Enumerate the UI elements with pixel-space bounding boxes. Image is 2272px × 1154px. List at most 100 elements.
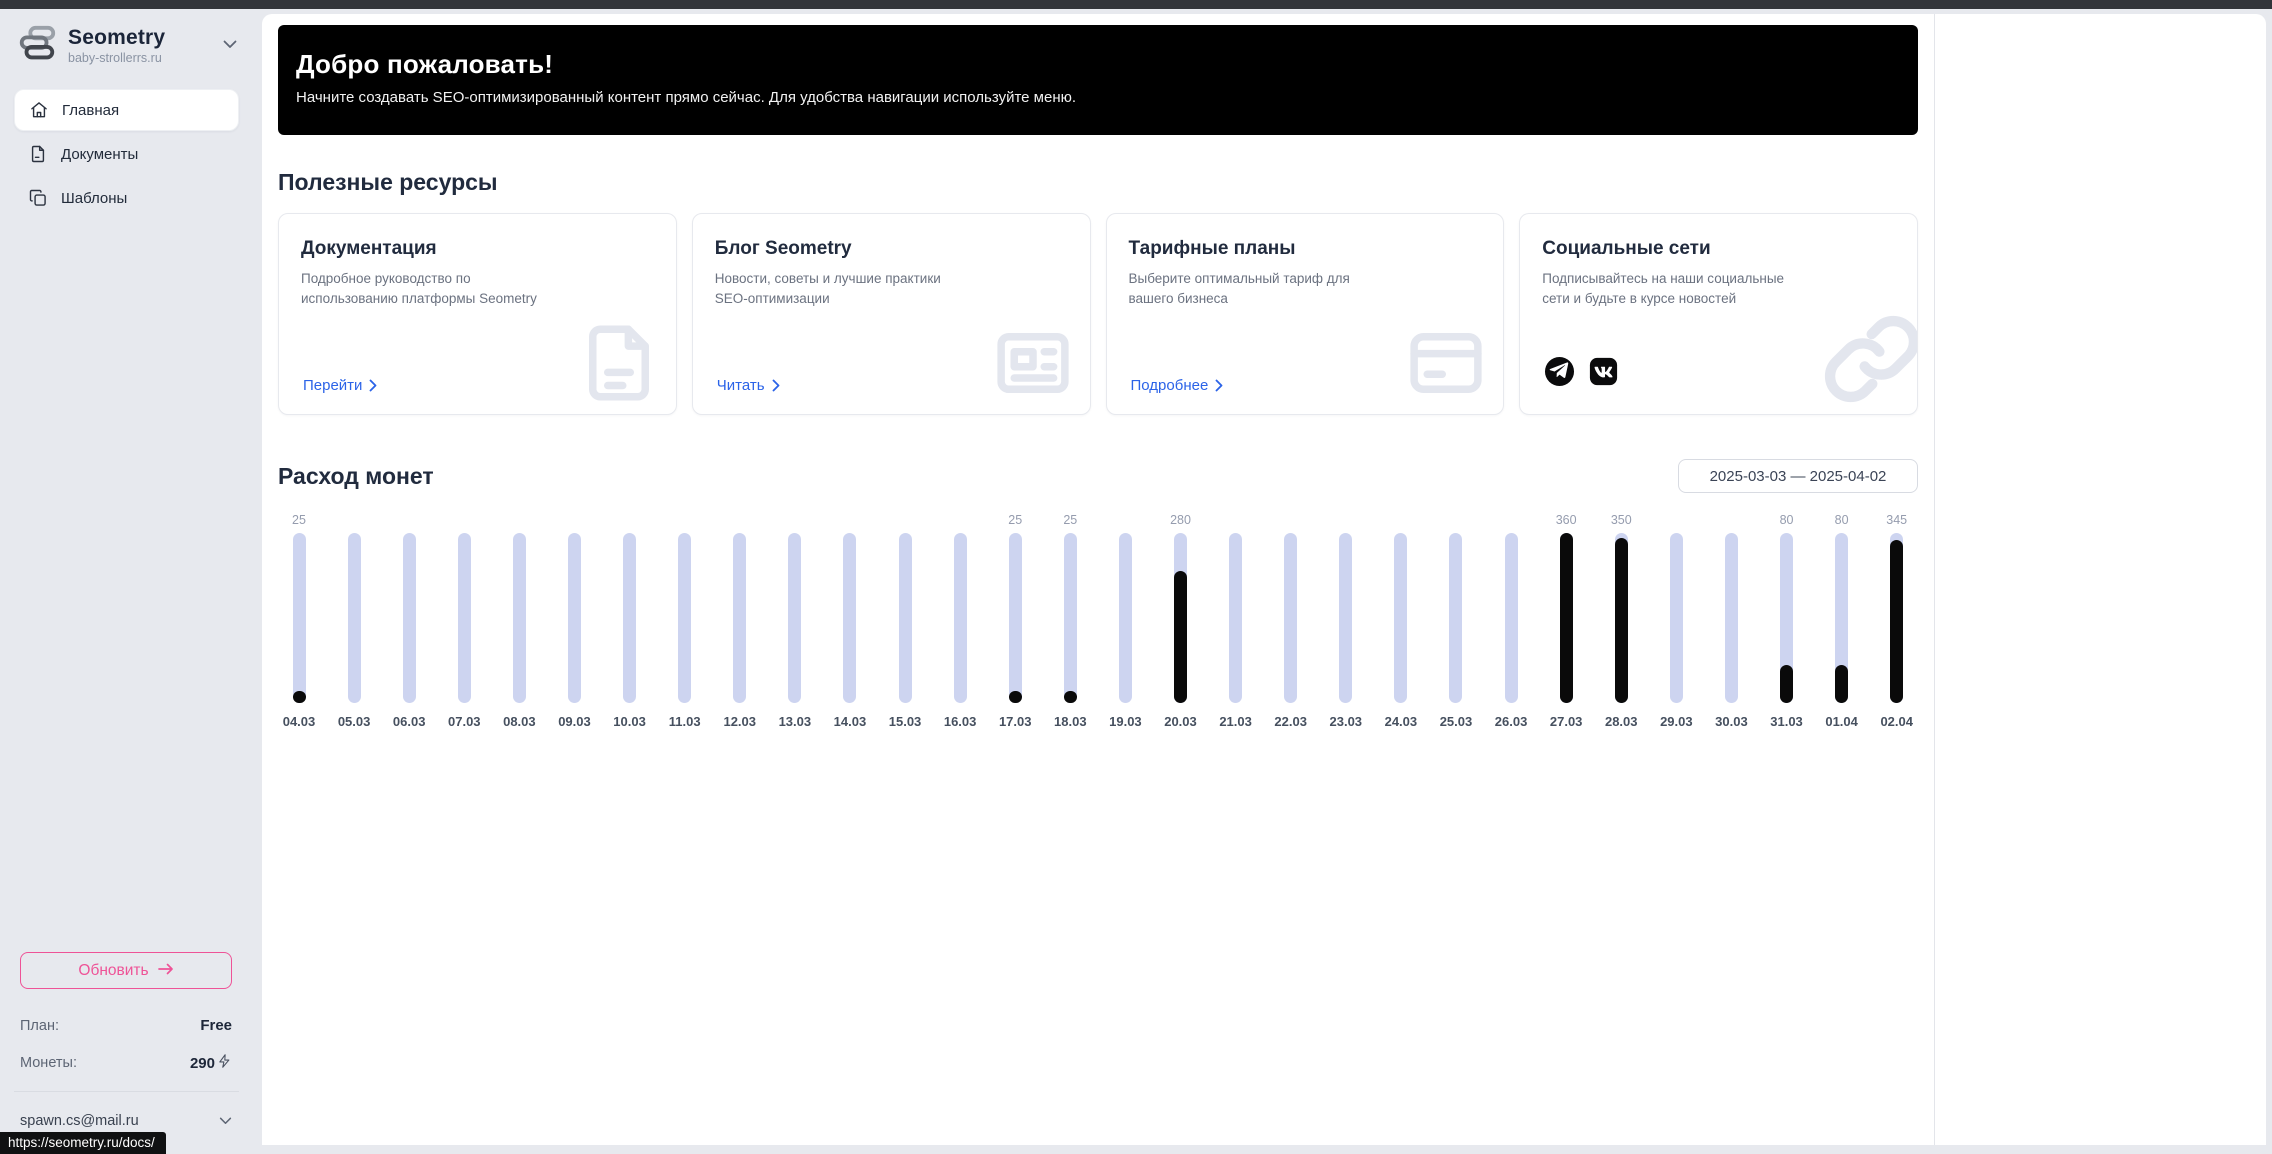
bar-fill (1560, 533, 1573, 703)
sidebar-item-label: Документы (61, 146, 138, 163)
chevron-down-icon (219, 1112, 232, 1130)
card-description: Подробное руководство по использованию п… (301, 269, 551, 308)
upgrade-button[interactable]: Обновить (20, 952, 232, 989)
bar-date-label: 13.03 (779, 714, 812, 729)
card-title: Социальные сети (1542, 238, 1895, 260)
chart-bar-column: 2518.03 (1049, 513, 1091, 729)
bar-date-label: 07.03 (448, 714, 481, 729)
bar-fill (1009, 691, 1022, 703)
coins-label: Монеты: (20, 1055, 77, 1071)
card-link-label: Подробнее (1131, 377, 1209, 394)
bar-track (899, 533, 912, 703)
chart-header: Расход монет 2025-03-03 — 2025-04-02 (278, 459, 1918, 493)
chart-bar-column: 15.03 (884, 513, 926, 729)
bar-date-label: 29.03 (1660, 714, 1693, 729)
chart-bar-column: 16.03 (939, 513, 981, 729)
telegram-icon[interactable] (1544, 356, 1575, 392)
bar-value-label: 350 (1611, 513, 1632, 529)
bar-value-label: 345 (1886, 513, 1907, 529)
date-range-picker[interactable]: 2025-03-03 — 2025-04-02 (1678, 459, 1918, 493)
bar-date-label: 01.04 (1825, 714, 1858, 729)
card-link[interactable]: Подробнее (1131, 377, 1224, 394)
coin-spend-chart: 2504.0305.0306.0307.0308.0309.0310.0311.… (278, 513, 1918, 729)
chart-bar-column: 23.03 (1325, 513, 1367, 729)
browser-status-bar: https://seometry.ru/docs/ (0, 1132, 166, 1154)
bar-fill (1064, 691, 1077, 703)
panel-divider (1934, 14, 1935, 1145)
plan-row: План: Free (20, 1017, 232, 1034)
chart-bar-column: 30.03 (1710, 513, 1752, 729)
chart-bar-column: 21.03 (1215, 513, 1257, 729)
card-title: Документация (301, 238, 654, 260)
bar-fill (1835, 665, 1848, 703)
resource-cards: Документация Подробное руководство по исп… (278, 213, 1918, 415)
chart-bar-column: 10.03 (609, 513, 651, 729)
project-switcher[interactable]: Seometry baby-strollerrs.ru (16, 21, 237, 69)
bar-date-label: 05.03 (338, 714, 371, 729)
templates-icon (28, 188, 48, 208)
window-top-strip (0, 0, 2272, 9)
sidebar-item-документы[interactable]: Документы (14, 133, 239, 175)
bar-track (1229, 533, 1242, 703)
document-watermark (574, 318, 664, 408)
chart-bar-column: 26.03 (1490, 513, 1532, 729)
bar-value-label: 25 (1063, 513, 1077, 529)
bar-value-label: 360 (1556, 513, 1577, 529)
chart-bar-column: 09.03 (553, 513, 595, 729)
bar-track (733, 533, 746, 703)
bar-track (1174, 533, 1187, 703)
bar-track (458, 533, 471, 703)
card-link[interactable]: Читать (717, 377, 780, 394)
bar-date-label: 27.03 (1550, 714, 1583, 729)
bar-fill (1890, 540, 1903, 703)
project-domain: baby-strollerrs.ru (68, 51, 219, 65)
card-link-label: Перейти (303, 377, 362, 394)
bar-track (1780, 533, 1793, 703)
chart-heading: Расход монет (278, 463, 434, 490)
sidebar-item-главная[interactable]: Главная (14, 89, 239, 131)
bar-date-label: 12.03 (723, 714, 756, 729)
chart-bar-column: 35028.03 (1600, 513, 1642, 729)
bar-date-label: 10.03 (613, 714, 646, 729)
logo-texts: Seometry baby-strollerrs.ru (68, 26, 219, 65)
bar-track (1119, 533, 1132, 703)
card-title: Тарифные планы (1129, 238, 1482, 260)
sidebar-divider (14, 1091, 239, 1092)
bar-date-label: 16.03 (944, 714, 977, 729)
bar-date-label: 11.03 (669, 714, 701, 729)
bar-track (843, 533, 856, 703)
welcome-title: Добро пожаловать! (296, 49, 1900, 80)
chart-bar-column: 34502.04 (1876, 513, 1918, 729)
card-link-label: Читать (717, 377, 765, 394)
card-link[interactable]: Перейти (303, 377, 377, 394)
sidebar: Seometry baby-strollerrs.ru Главная Докум… (0, 9, 253, 1145)
bar-value-label: 25 (1008, 513, 1022, 529)
bar-track (788, 533, 801, 703)
bar-track (1284, 533, 1297, 703)
bar-value-label: 80 (1835, 513, 1849, 529)
bar-date-label: 24.03 (1385, 714, 1418, 729)
vk-icon[interactable] (1589, 357, 1618, 391)
chart-bar-column: 28020.03 (1160, 513, 1202, 729)
resources-heading: Полезные ресурсы (278, 169, 1918, 196)
lightning-icon (217, 1053, 232, 1073)
chart-bar-column: 2504.03 (278, 513, 320, 729)
seometry-logo-icon (16, 24, 58, 66)
social-links (1544, 356, 1618, 392)
bar-fill (1615, 538, 1628, 703)
coins-value: 290 (190, 1055, 215, 1072)
sidebar-item-шаблоны[interactable]: Шаблоны (14, 177, 239, 219)
chart-bar-column: 22.03 (1270, 513, 1312, 729)
bar-track (1615, 533, 1628, 703)
bar-value-label: 80 (1780, 513, 1794, 529)
chart-bar-column: 14.03 (829, 513, 871, 729)
welcome-subtitle: Начните создавать SEO-оптимизированный к… (296, 89, 1900, 106)
bar-track (1009, 533, 1022, 703)
main-panel: Добро пожаловать! Начните создавать SEO-… (262, 14, 2266, 1145)
chart-bar-column: 360 27.03 (1545, 513, 1587, 729)
chart-bar-column: 11.03 (664, 513, 706, 729)
chart-bar-column: 24.03 (1380, 513, 1422, 729)
chart-bar-column: 08.03 (498, 513, 540, 729)
bar-value-label: 280 (1170, 513, 1191, 529)
chevron-right-icon (772, 379, 780, 392)
